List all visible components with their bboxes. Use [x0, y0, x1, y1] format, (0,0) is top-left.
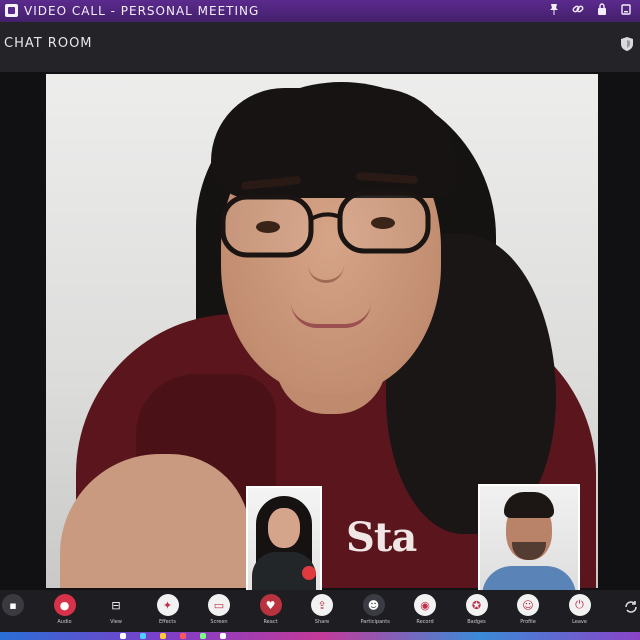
end-call-icon[interactable] — [302, 566, 316, 580]
react-label: React — [263, 619, 278, 625]
chat-toggle-button[interactable]: ▪ — [0, 594, 26, 620]
leave-label: Leave — [572, 619, 587, 625]
shirt-text: Sta — [346, 514, 417, 561]
taskbar-app-icon[interactable] — [160, 633, 166, 639]
app-logo-icon — [5, 4, 18, 17]
chat-icon: ▪ — [2, 594, 24, 616]
taskbar-app-icon[interactable] — [180, 633, 186, 639]
os-taskbar — [0, 632, 640, 640]
thumb-hair — [504, 492, 554, 518]
screen-label: Screen — [210, 619, 228, 625]
leave-button[interactable]: ⏻ Leave — [567, 594, 593, 625]
record-button[interactable]: ◉ Record — [412, 594, 438, 625]
effects-button[interactable]: ✦ Effects — [155, 594, 181, 625]
heart-icon: ♥ — [259, 594, 282, 616]
participants-button[interactable]: ☻ Participants — [361, 594, 390, 625]
record-label: Record — [416, 619, 434, 625]
grid-icon: ⊟ — [111, 598, 121, 612]
thumb-body — [482, 566, 576, 590]
screen-button[interactable]: ▭ Screen — [206, 594, 232, 625]
share-icon: ⇪ — [311, 594, 333, 616]
taskbar-app-icon[interactable] — [120, 633, 126, 639]
taskbar-app-icon[interactable] — [200, 633, 206, 639]
taskbar-app-icon[interactable] — [140, 633, 146, 639]
badges-label: Badges — [467, 619, 486, 625]
view-button[interactable]: ⊟ View — [103, 594, 129, 626]
avatar-icon: ☺ — [517, 594, 539, 616]
self-view-thumbnail[interactable] — [246, 486, 322, 594]
minimize-icon[interactable] — [620, 3, 632, 18]
profile-label: Profile — [520, 619, 536, 625]
share-label: Share — [314, 619, 330, 625]
rotate-camera-button[interactable] — [618, 594, 640, 620]
badge-icon: ✪ — [465, 594, 488, 616]
shield-icon[interactable] — [620, 36, 634, 52]
call-toolbar: ▪ ● Audio ⊟ View ✦ Effects ▭ Screen ♥ React ⇪ Share ☻… — [0, 590, 640, 632]
video-call-app: VIDEO CALL - PERSONAL MEETING CHAT ROOM — [0, 0, 640, 640]
audio-label: Audio — [57, 619, 72, 625]
title-bar: VIDEO CALL - PERSONAL MEETING — [0, 0, 640, 23]
rotate-icon — [625, 601, 637, 613]
mic-icon: ● — [53, 594, 76, 616]
glasses — [220, 190, 431, 258]
effects-label: Effects — [159, 619, 176, 625]
leave-icon: ⏻ — [568, 594, 591, 616]
badges-button[interactable]: ✪ Badges — [464, 594, 490, 625]
pin-icon[interactable] — [548, 3, 560, 18]
share-button[interactable]: ⇪ Share — [309, 594, 335, 625]
window-title: VIDEO CALL - PERSONAL MEETING — [24, 4, 260, 18]
link-icon[interactable] — [572, 3, 584, 18]
people-icon: ☻ — [362, 594, 385, 616]
participants-label: Participants — [360, 619, 390, 625]
meeting-name: CHAT ROOM — [4, 36, 93, 51]
meeting-header: CHAT ROOM — [0, 22, 640, 72]
react-button[interactable]: ♥ React — [258, 594, 284, 625]
title-bar-icons — [548, 3, 632, 18]
audio-button[interactable]: ● Audio — [52, 594, 78, 625]
record-icon: ◉ — [414, 594, 436, 616]
profile-button[interactable]: ☺ Profile — [515, 594, 541, 625]
chat-toggle-label — [0, 619, 26, 625]
lock-icon[interactable] — [596, 3, 608, 18]
view-label: View — [110, 619, 122, 625]
sparkle-icon: ✦ — [156, 594, 179, 616]
thumb-face — [268, 508, 300, 548]
remote-participant-thumbnail[interactable] — [478, 484, 580, 592]
taskbar-app-icon[interactable] — [220, 633, 226, 639]
video-stage: Sta — [0, 72, 640, 594]
screen-icon: ▭ — [208, 594, 230, 616]
